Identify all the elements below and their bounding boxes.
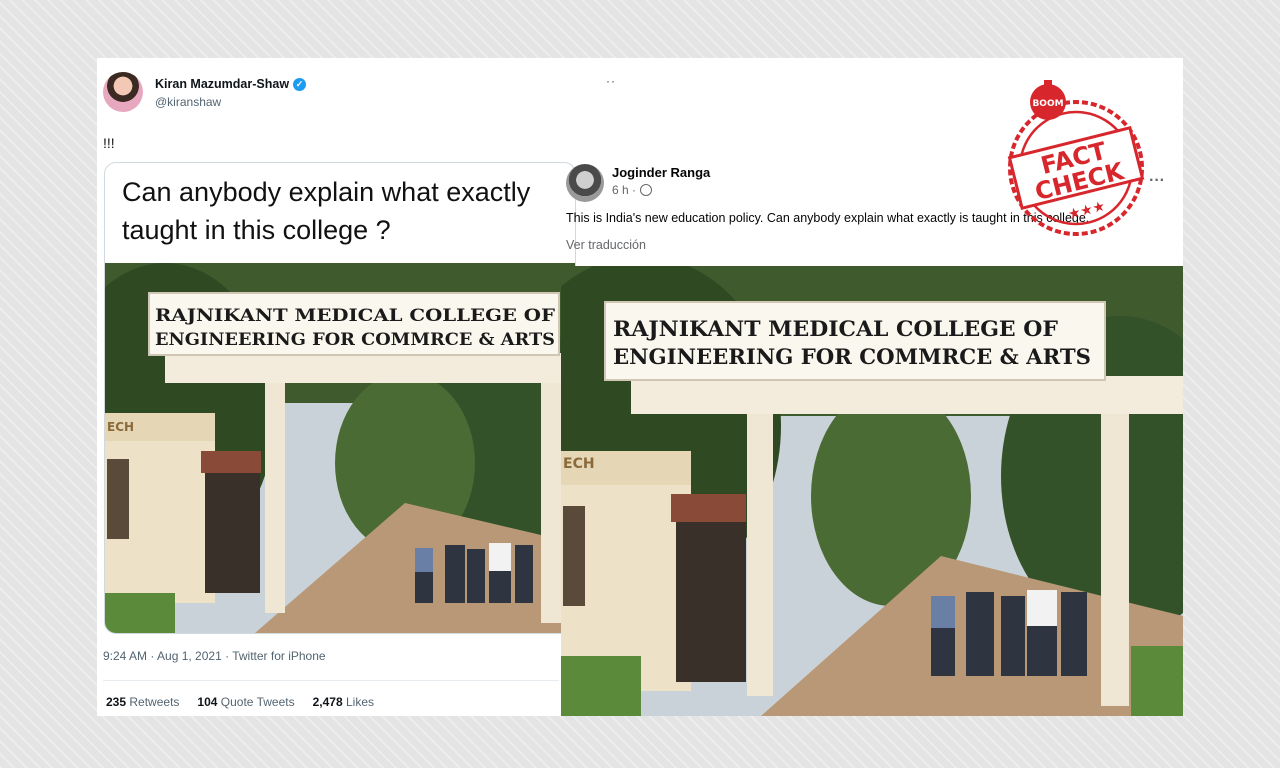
author-name-text: Kiran Mazumdar-Shaw — [155, 77, 290, 91]
stat-value: 235 — [106, 695, 127, 709]
avatar[interactable] — [103, 72, 143, 112]
verified-badge-icon: ✓ — [293, 77, 307, 91]
stat-label: Likes — [345, 695, 374, 709]
likes-stat[interactable]: 2,478 Likes — [313, 695, 374, 709]
facebook-post-panel: Joginder Ranga 6 h · ··· This is India's… — [561, 158, 1183, 716]
post-author-name[interactable]: Joginder Ranga — [612, 165, 710, 180]
post-time-text: 6 h · — [612, 183, 637, 197]
tweet-panel: Kiran Mazumdar-Shaw ✓ @kiranshaw !!! Can… — [97, 58, 576, 716]
divider — [103, 680, 559, 681]
sign-text-line-1: RAJNIKANT MEDICAL COLLEGE OF — [155, 306, 555, 325]
media-caption-line: Can anybody explain what exactly — [122, 177, 531, 207]
sign-text-line-2: ENGINEERING FOR COMMRCE & ARTS — [613, 344, 1091, 369]
stat-value: 2,478 — [312, 695, 343, 709]
fact-check-stamp: FACT CHECK ★★★ BOOM — [1007, 80, 1145, 236]
stat-label: Quote Tweets — [220, 695, 295, 709]
sign-text-line-1: RAJNIKANT MEDICAL COLLEGE OF — [613, 316, 1058, 341]
booth-label: ECH — [563, 456, 595, 472]
booth-label: ECH — [107, 420, 134, 434]
separator-dots: ·· — [606, 74, 616, 88]
stat-label: Retweets — [129, 695, 180, 709]
tweet-author-name[interactable]: Kiran Mazumdar-Shaw ✓ — [155, 77, 307, 91]
retweets-stat[interactable]: 235 Retweets — [106, 695, 179, 709]
stat-value: 104 — [197, 695, 218, 709]
tweet-stats: 235 Retweets 104 Quote Tweets 2,478 Like… — [106, 695, 374, 709]
globe-icon — [640, 184, 653, 196]
quote-tweets-stat[interactable]: 104 Quote Tweets — [197, 695, 294, 709]
college-gate-photo[interactable]: RAJNIKANT MEDICAL COLLEGE OF ENGINEERING… — [561, 266, 1183, 716]
boom-logo-text: BOOM — [1032, 99, 1063, 109]
avatar[interactable] — [566, 164, 604, 202]
tweet-author-handle[interactable]: @kiranshaw — [155, 95, 221, 109]
sign-text-line-2: ENGINEERING FOR COMMRCE & ARTS — [155, 330, 555, 349]
college-gate-photo: RAJNIKANT MEDICAL COLLEGE OF ENGINEERING… — [105, 263, 575, 633]
tweet-timestamp[interactable]: 9:24 AM · Aug 1, 2021 · Twitter for iPho… — [103, 649, 326, 663]
tweet-text: !!! — [103, 135, 115, 151]
media-caption-line: taught in this college ? — [122, 215, 391, 245]
media-caption: Can anybody explain what exactly taught … — [122, 173, 530, 249]
post-time[interactable]: 6 h · — [612, 183, 653, 197]
tweet-media[interactable]: Can anybody explain what exactly taught … — [104, 162, 576, 634]
see-translation-link[interactable]: Ver traducción — [566, 238, 646, 252]
